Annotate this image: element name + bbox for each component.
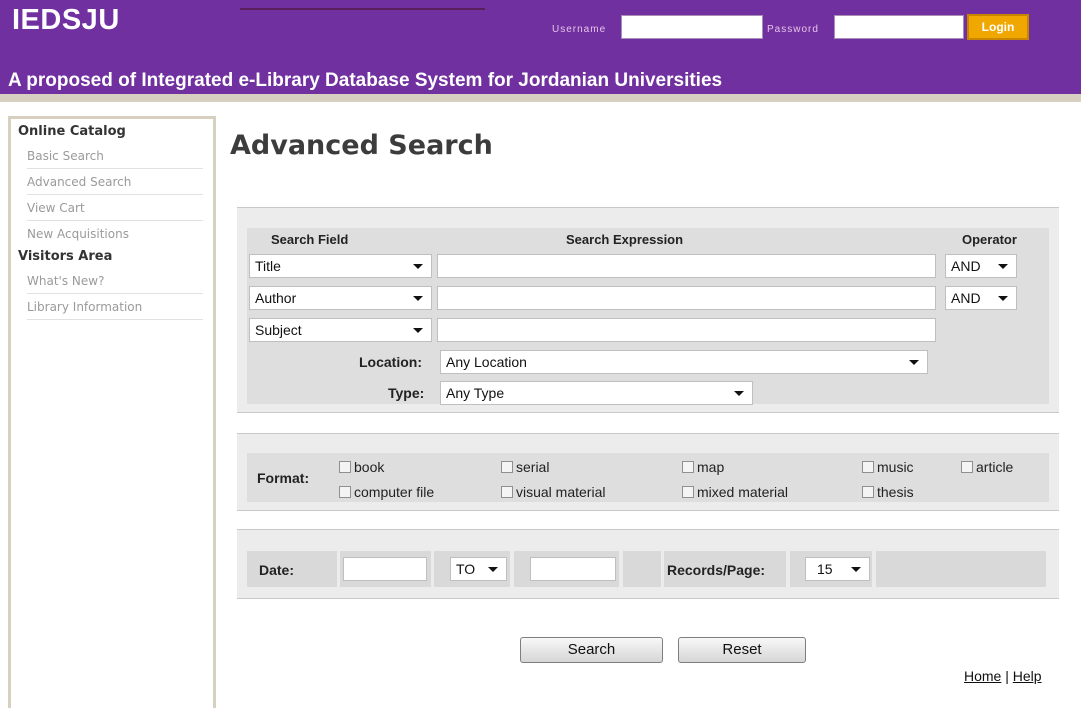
format-map-checkbox[interactable]: map: [682, 459, 724, 475]
format-thesis-checkbox[interactable]: thesis: [862, 484, 914, 500]
chevron-down-icon: [998, 296, 1008, 301]
location-label: Location:: [359, 354, 422, 370]
records-per-page-select[interactable]: 15: [805, 557, 870, 581]
format-visual-material-label: visual material: [516, 484, 606, 500]
username-label: Username: [552, 24, 607, 35]
sidebar-item-basic-search[interactable]: Basic Search: [27, 143, 203, 169]
site-header: IEDSJU Username Password Login A propose…: [0, 0, 1081, 102]
checkbox-icon: [501, 486, 513, 498]
checkbox-icon: [682, 461, 694, 473]
sidebar-item-advanced-search[interactable]: Advanced Search: [27, 169, 203, 195]
operator-select-2[interactable]: AND: [945, 286, 1017, 310]
date-range-value: TO: [456, 561, 476, 577]
password-label: Password: [767, 24, 819, 35]
format-computer-file-label: computer file: [354, 484, 435, 500]
format-label: Format:: [257, 470, 310, 486]
location-value: Any Location: [446, 354, 527, 370]
format-map-label: map: [697, 459, 725, 475]
records-per-page-value: 15: [817, 561, 833, 577]
format-visual-material-checkbox[interactable]: visual material: [501, 484, 605, 500]
chevron-down-icon: [413, 296, 423, 301]
search-field-select-2[interactable]: Author: [249, 286, 432, 310]
format-book-label: book: [354, 459, 385, 475]
search-field-value-1: Title: [255, 258, 281, 274]
chevron-down-icon: [413, 264, 423, 269]
checkbox-icon: [682, 486, 694, 498]
sidebar-section-visitors-area: Visitors Area: [18, 249, 113, 264]
page-title: Advanced Search: [230, 130, 493, 161]
site-logo[interactable]: IEDSJU: [12, 4, 120, 37]
date-to-input[interactable]: [530, 557, 616, 581]
chevron-down-icon: [734, 391, 744, 396]
operator-select-1[interactable]: AND: [945, 254, 1017, 278]
search-expression-header: Search Expression: [566, 232, 684, 247]
home-link[interactable]: Home: [964, 668, 1001, 684]
sidebar-item-whats-new[interactable]: What's New?: [27, 268, 203, 294]
search-field-header: Search Field: [271, 232, 349, 247]
location-select[interactable]: Any Location: [440, 350, 928, 374]
search-button[interactable]: Search: [520, 637, 663, 663]
format-article-checkbox[interactable]: article: [961, 459, 1013, 475]
checkbox-icon: [961, 461, 973, 473]
date-from-input[interactable]: [343, 557, 427, 581]
password-input[interactable]: [834, 15, 964, 39]
chevron-down-icon: [413, 328, 423, 333]
type-value: Any Type: [446, 385, 505, 401]
format-article-label: article: [976, 459, 1014, 475]
reset-button[interactable]: Reset: [678, 637, 806, 663]
search-field-select-1[interactable]: Title: [249, 254, 432, 278]
checkbox-icon: [862, 486, 874, 498]
chevron-down-icon: [909, 360, 919, 365]
format-thesis-label: thesis: [877, 484, 914, 500]
footer-links: Home | Help: [964, 668, 1042, 684]
operator-value-1: AND: [951, 258, 981, 274]
type-label: Type:: [388, 385, 425, 401]
footer-separator: |: [1005, 668, 1009, 684]
operator-header: Operator: [962, 232, 1017, 247]
operator-value-2: AND: [951, 290, 981, 306]
format-music-label: music: [877, 459, 914, 475]
search-field-select-3[interactable]: Subject: [249, 318, 432, 342]
sidebar-section-online-catalog: Online Catalog: [18, 124, 126, 139]
format-book-checkbox[interactable]: book: [339, 459, 384, 475]
chevron-down-icon: [851, 567, 861, 572]
format-mixed-material-checkbox[interactable]: mixed material: [682, 484, 788, 500]
format-music-checkbox[interactable]: music: [862, 459, 914, 475]
header-accent-line: [240, 8, 485, 10]
search-expression-input-3[interactable]: [437, 318, 936, 342]
sidebar-item-new-acquisitions[interactable]: New Acquisitions: [27, 221, 203, 247]
chevron-down-icon: [488, 567, 498, 572]
checkbox-icon: [862, 461, 874, 473]
search-expression-input-2[interactable]: [437, 286, 936, 310]
login-button[interactable]: Login: [967, 14, 1029, 40]
chevron-down-icon: [998, 264, 1008, 269]
date-label: Date:: [259, 562, 295, 578]
username-input[interactable]: [621, 15, 763, 39]
checkbox-icon: [339, 486, 351, 498]
format-serial-label: serial: [516, 459, 550, 475]
sidebar-item-view-cart[interactable]: View Cart: [27, 195, 203, 221]
date-end-cell: [876, 551, 1046, 587]
site-tagline: A proposed of Integrated e-Library Datab…: [8, 70, 723, 91]
type-select[interactable]: Any Type: [440, 381, 753, 405]
checkbox-icon: [339, 461, 351, 473]
date-spacer-cell: [623, 551, 661, 587]
sidebar: Online Catalog Basic Search Advanced Sea…: [8, 116, 216, 708]
checkbox-icon: [501, 461, 513, 473]
format-mixed-material-label: mixed material: [697, 484, 789, 500]
search-field-value-2: Author: [255, 290, 297, 306]
search-expression-input-1[interactable]: [437, 254, 936, 278]
search-field-value-3: Subject: [255, 322, 302, 338]
format-serial-checkbox[interactable]: serial: [501, 459, 549, 475]
sidebar-item-library-information[interactable]: Library Information: [27, 294, 203, 320]
help-link[interactable]: Help: [1013, 668, 1042, 684]
format-computer-file-checkbox[interactable]: computer file: [339, 484, 434, 500]
date-range-select[interactable]: TO: [450, 557, 507, 581]
records-per-page-label: Records/Page:: [667, 562, 766, 578]
